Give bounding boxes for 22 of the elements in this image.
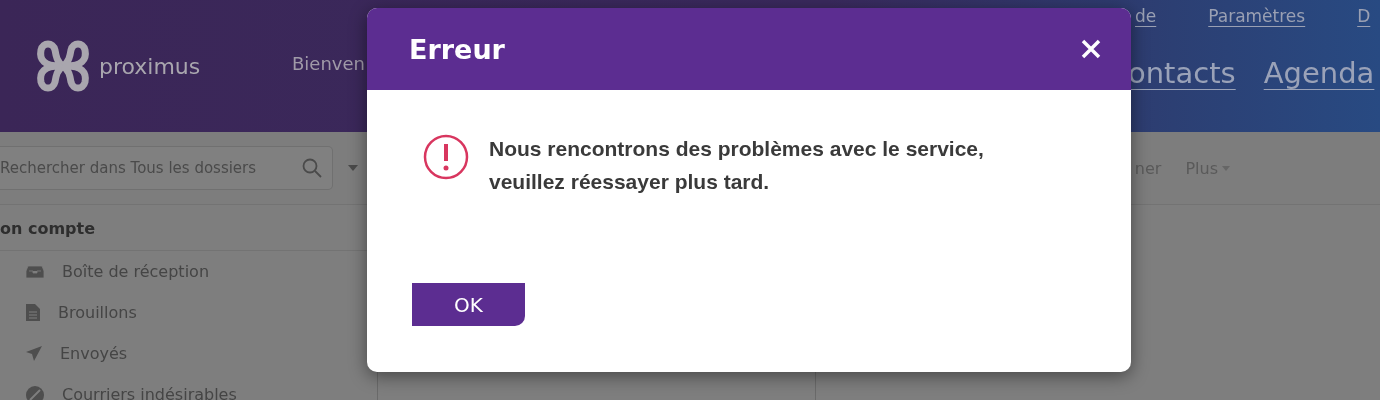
ok-button[interactable]: OK xyxy=(412,283,525,326)
paper-plane-icon xyxy=(26,346,42,361)
search-icon[interactable] xyxy=(302,158,322,178)
top-link[interactable]: de xyxy=(1135,6,1157,26)
top-link[interactable]: Paramètres xyxy=(1208,6,1306,26)
dialog-title: Erreur xyxy=(409,33,505,65)
folder-item[interactable]: Boîte de réception xyxy=(62,262,209,281)
nav-link[interactable]: ontacts xyxy=(1128,56,1236,90)
close-button[interactable] xyxy=(1079,37,1103,61)
caret-icon[interactable] xyxy=(348,165,358,171)
folder-item[interactable]: Courriers indésirables xyxy=(62,385,237,400)
error-message: Nous rencontrons des problèmes avec le service, veuillez réessayer plus tard. xyxy=(489,136,985,195)
greeting-text: Bienven xyxy=(292,52,366,74)
logo-icon xyxy=(35,38,91,94)
folder-item[interactable]: Brouillons xyxy=(58,303,137,322)
warning-icon xyxy=(423,134,469,180)
top-link[interactable]: D xyxy=(1357,6,1371,26)
inbox-icon xyxy=(26,265,44,278)
nav-link[interactable]: Agenda xyxy=(1263,56,1375,90)
brand-name: proximus xyxy=(99,53,201,79)
folder-item[interactable]: Envoyés xyxy=(60,344,128,363)
document-icon xyxy=(26,304,40,321)
